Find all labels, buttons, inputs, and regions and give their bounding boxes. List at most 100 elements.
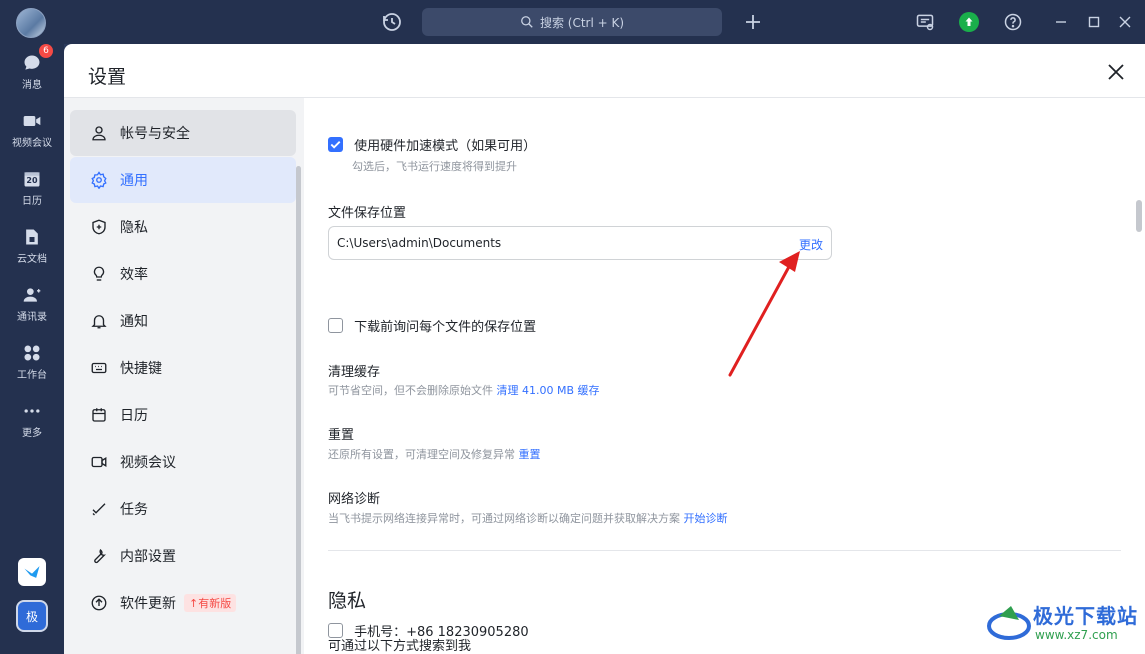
nav-label: 快捷键 bbox=[120, 361, 162, 377]
upgrade-icon[interactable] bbox=[957, 10, 981, 34]
start-diagnosis-link[interactable]: 开始诊断 bbox=[684, 512, 728, 525]
hw-accel-checkbox[interactable] bbox=[328, 137, 343, 152]
bell-icon bbox=[90, 312, 108, 330]
general-settings-content: 使用硬件加速模式（如果可用） 勾选后，飞书运行速度将得到提升 文件保存位置 C:… bbox=[304, 98, 1145, 654]
nav-item-shortcuts[interactable]: 快捷键 bbox=[70, 345, 296, 391]
nav-label: 帐号与安全 bbox=[120, 126, 190, 142]
ask-location-checkbox[interactable] bbox=[328, 318, 343, 333]
lightbulb-icon bbox=[90, 265, 108, 283]
nav-item-notifications[interactable]: 通知 bbox=[70, 298, 296, 344]
nav-label: 内部设置 bbox=[120, 549, 176, 565]
phone-search-label: 手机号：+86 18230905280 bbox=[354, 625, 529, 640]
dock-item-video-meeting[interactable]: 视频会议 bbox=[0, 110, 64, 166]
help-icon[interactable] bbox=[1001, 10, 1025, 34]
maximize-icon[interactable] bbox=[1082, 10, 1106, 34]
nav-item-video-meeting[interactable]: 视频会议 bbox=[70, 439, 296, 485]
hw-accel-row: 使用硬件加速模式（如果可用） bbox=[328, 134, 536, 154]
workspace-app-button[interactable]: 极 bbox=[16, 600, 48, 632]
settings-dialog: 设置 帐号与安全 通用 隐私 效率 通知 快捷键 日历 视频会议 任务 内部设置… bbox=[64, 44, 1145, 654]
hw-accel-desc: 勾选后，飞书运行速度将得到提升 bbox=[352, 160, 517, 173]
history-icon[interactable] bbox=[380, 10, 404, 34]
ask-location-label: 下载前询问每个文件的保存位置 bbox=[354, 320, 537, 335]
watermark: 极光下载站 www.xz7.com bbox=[985, 598, 1140, 650]
reset-title: 重置 bbox=[328, 428, 355, 443]
search-placeholder: 搜索 (Ctrl + K) bbox=[539, 15, 625, 30]
pinned-app-icon[interactable] bbox=[18, 558, 46, 586]
save-location-label: 文件保存位置 bbox=[328, 206, 407, 221]
new-version-tag: ↑有新版 bbox=[184, 594, 237, 612]
network-diagnosis-desc: 当飞书提示网络连接异常时，可通过网络诊断以确定问题并获取解决方案 bbox=[328, 512, 680, 525]
nav-item-general[interactable]: 通用 bbox=[70, 157, 296, 203]
dock-item-calendar[interactable]: 20 日历 bbox=[0, 168, 64, 224]
wrench-icon bbox=[90, 547, 108, 565]
phone-search-checkbox[interactable] bbox=[328, 623, 343, 638]
dock-item-workspace[interactable]: 工作台 bbox=[0, 342, 64, 398]
reset-desc: 还原所有设置，可清理空间及修复异常 bbox=[328, 448, 515, 461]
contacts-icon bbox=[21, 284, 43, 306]
reset-link[interactable]: 重置 bbox=[519, 448, 541, 461]
section-divider bbox=[328, 550, 1121, 551]
nav-item-internal-settings[interactable]: 内部设置 bbox=[70, 533, 296, 579]
minimize-icon[interactable] bbox=[1049, 10, 1073, 34]
clear-cache-link[interactable]: 清理 41.00 MB 缓存 bbox=[497, 384, 600, 397]
user-icon bbox=[90, 124, 108, 142]
save-path-field[interactable]: C:\Users\admin\Documents 更改 bbox=[328, 226, 832, 260]
dock-item-more[interactable]: 更多 bbox=[0, 400, 64, 456]
dock-item-messages[interactable]: 6 消息 bbox=[0, 44, 64, 108]
window-close-icon[interactable] bbox=[1113, 10, 1137, 34]
privacy-section-title: 隐私 bbox=[328, 590, 367, 612]
gear-icon bbox=[90, 171, 108, 189]
reset-row: 还原所有设置，可清理空间及修复异常 重置 bbox=[328, 446, 541, 462]
calendar-day: 20 bbox=[26, 176, 38, 185]
calendar-icon bbox=[90, 406, 108, 424]
nav-item-account-security[interactable]: 帐号与安全 bbox=[70, 110, 296, 156]
workspace-grid-icon bbox=[21, 342, 43, 364]
top-bar: 搜索 (Ctrl + K) bbox=[0, 0, 1145, 44]
dock-label: 更多 bbox=[22, 428, 42, 439]
nav-scrollbar[interactable] bbox=[296, 166, 301, 654]
hw-accel-label: 使用硬件加速模式（如果可用） bbox=[354, 139, 537, 154]
dock-item-contacts[interactable]: 通讯录 bbox=[0, 284, 64, 340]
unread-badge: 6 bbox=[39, 44, 53, 58]
settings-nav: 帐号与安全 通用 隐私 效率 通知 快捷键 日历 视频会议 任务 内部设置 软件… bbox=[64, 98, 304, 654]
keyboard-icon bbox=[90, 359, 108, 377]
clear-cache-desc: 可节省空间，但不会删除原始文件 bbox=[328, 384, 493, 397]
change-location-link[interactable]: 更改 bbox=[799, 236, 823, 253]
calendar-icon: 20 bbox=[21, 168, 43, 190]
clear-cache-title: 清理缓存 bbox=[328, 365, 381, 380]
nav-item-tasks[interactable]: 任务 bbox=[70, 486, 296, 532]
dock-label: 云文档 bbox=[17, 254, 47, 265]
clear-cache-row: 可节省空间，但不会删除原始文件 清理 41.00 MB 缓存 bbox=[328, 382, 600, 398]
nav-item-efficiency[interactable]: 效率 bbox=[70, 251, 296, 297]
nav-label: 日历 bbox=[120, 408, 148, 424]
video-camera-icon bbox=[90, 453, 108, 471]
nav-label: 任务 bbox=[120, 502, 148, 518]
chat-bubble-icon: 6 bbox=[21, 44, 53, 74]
nav-item-calendar[interactable]: 日历 bbox=[70, 392, 296, 438]
dock-label: 视频会议 bbox=[12, 138, 52, 149]
dock-label: 消息 bbox=[22, 80, 42, 91]
phone-search-row: 手机号：+86 18230905280 bbox=[328, 620, 529, 640]
search-icon bbox=[521, 16, 533, 28]
screen-share-icon[interactable] bbox=[913, 10, 937, 34]
network-diagnosis-row: 当飞书提示网络连接异常时，可通过网络诊断以确定问题并获取解决方案 开始诊断 bbox=[328, 510, 728, 526]
search-input[interactable]: 搜索 (Ctrl + K) bbox=[422, 8, 722, 36]
nav-label: 通知 bbox=[120, 314, 148, 330]
dock-label: 日历 bbox=[22, 196, 42, 207]
task-check-icon bbox=[90, 500, 108, 518]
watermark-text: 极光下载站 bbox=[1033, 604, 1138, 628]
close-icon[interactable] bbox=[1104, 60, 1128, 84]
user-avatar[interactable] bbox=[16, 8, 46, 38]
add-icon[interactable] bbox=[741, 10, 765, 34]
dock-item-docs[interactable]: 云文档 bbox=[0, 226, 64, 282]
network-diagnosis-title: 网络诊断 bbox=[328, 492, 381, 507]
nav-label: 通用 bbox=[120, 173, 148, 189]
cloud-doc-icon bbox=[21, 226, 43, 248]
app-dock: 6 消息 视频会议 20 日历 云文档 通讯录 工作台 更多 极 bbox=[0, 44, 64, 654]
content-scrollbar[interactable] bbox=[1136, 200, 1142, 232]
nav-item-privacy[interactable]: 隐私 bbox=[70, 204, 296, 250]
nav-label: 软件更新 bbox=[120, 596, 176, 612]
nav-item-software-update[interactable]: 软件更新 ↑有新版 bbox=[70, 580, 296, 626]
upload-circle-icon bbox=[90, 594, 108, 612]
more-dots-icon bbox=[21, 400, 43, 422]
